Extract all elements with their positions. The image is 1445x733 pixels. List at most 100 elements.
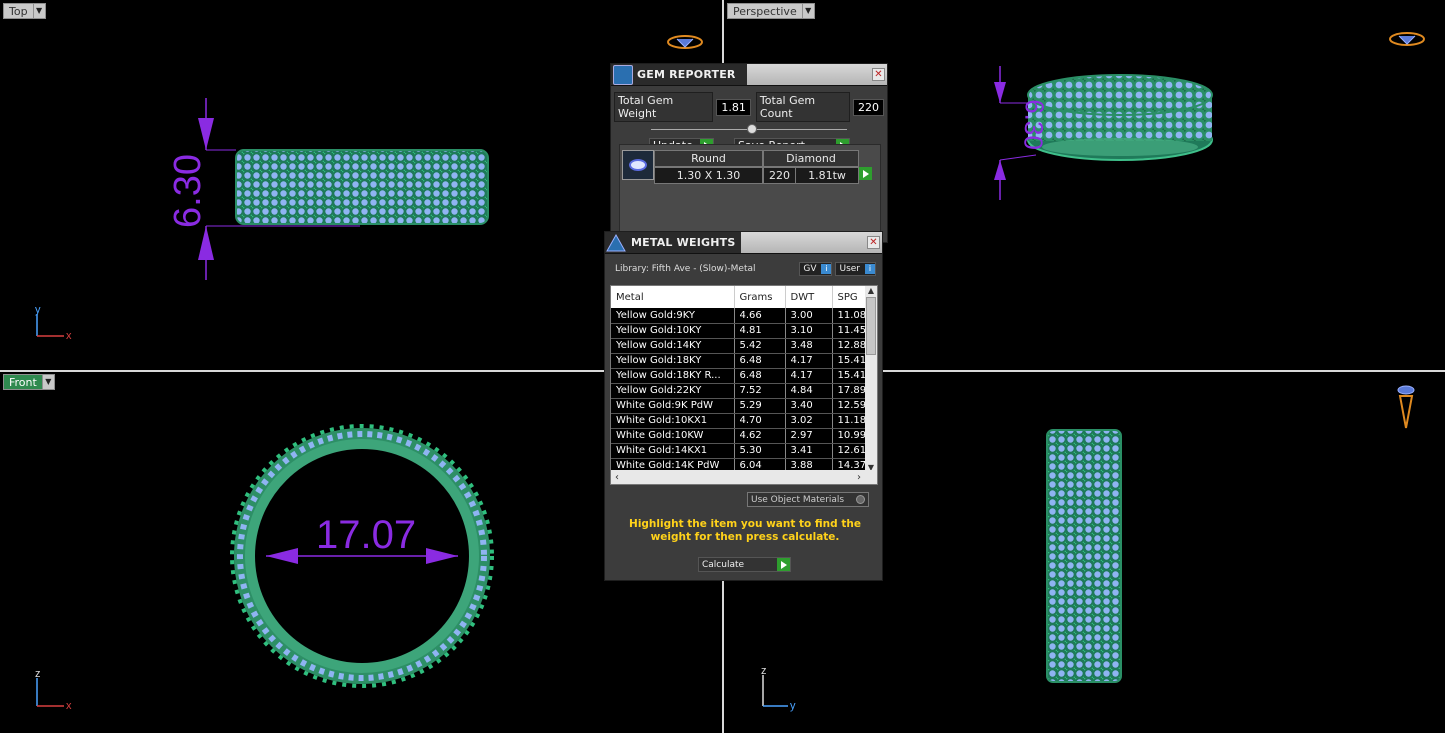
table-cell: Yellow Gold:18KY [611,353,735,369]
ring-band [1027,74,1213,116]
table-cell: White Gold:10KX1 [611,413,735,429]
table-cell: 2.97 [785,428,833,444]
gem-totals-row: Total Gem Weight 1.81 Total Gem Count 22… [611,86,887,122]
play-arrow-icon [859,167,872,180]
table-cell: 3.41 [785,443,833,459]
gem-details-button[interactable] [859,166,872,181]
axis-v-label: z [761,665,767,677]
panel-title: METAL WEIGHTS [631,236,736,249]
gem-reporter-panel: GEM REPORTER ✕ Total Gem Weight 1.81 Tot… [610,63,888,243]
table-row[interactable]: Yellow Gold:18KY R... 6.48 4.17 15.41 [611,368,867,384]
table-cell: 6.48 [734,368,786,384]
column-header[interactable]: Metal [611,286,735,308]
table-cell: 11.45 [832,323,867,339]
table-row[interactable]: White Gold:10KX1 4.70 3.02 11.18 [611,413,867,429]
column-header[interactable]: DWT [785,286,833,308]
axis-h-label: x [66,330,72,342]
table-cell: 4.17 [785,368,833,384]
table-row[interactable]: White Gold:10KW 4.62 2.97 10.99 [611,428,867,444]
axis-h-label: x [66,700,72,712]
table-cell: 10.99 [832,428,867,444]
toggle-indicator-icon [856,495,865,504]
gem-reporter-slider[interactable] [651,124,847,136]
table-row[interactable]: Yellow Gold:9KY 4.66 3.00 11.08 [611,308,867,324]
calculate-button[interactable]: Calculate [698,557,791,572]
close-icon[interactable]: ✕ [872,68,885,81]
vertical-scrollbar[interactable]: ▲ ▼ [865,286,877,472]
ring-thumbnail-icon [667,35,703,49]
play-arrow-icon [777,558,790,571]
total-gem-count-value: 220 [853,98,884,116]
table-cell: 12.61 [832,443,867,459]
info-icon: i [821,264,832,274]
gem-reporter-titlebar[interactable]: GEM REPORTER ✕ [611,64,887,86]
table-cell: 3.02 [785,413,833,429]
table-header: Metal Grams DWT SPG [611,286,867,308]
total-gem-weight-value: 1.81 [716,98,751,116]
scroll-up-icon[interactable]: ▲ [865,286,877,295]
table-cell: 15.41 [832,353,867,369]
chevron-down-icon[interactable]: ▼ [42,374,55,390]
front-viewport-menu[interactable]: Front ▼ [3,374,55,390]
table-row[interactable]: White Gold:9K PdW 5.29 3.40 12.59 [611,398,867,414]
table-row[interactable]: Yellow Gold:18KY 6.48 4.17 15.41 [611,353,867,369]
scroll-left-icon[interactable]: ‹ [615,472,619,483]
metal-table: Metal Grams DWT SPG Yellow Gold:9KY 4.66 3… [611,286,867,474]
gem-count: 220 [764,168,796,183]
close-icon[interactable]: ✕ [867,236,880,249]
slider-handle[interactable] [747,124,757,134]
gv-button-label: GV [803,264,817,274]
gem-type: Diamond [763,150,859,167]
table-cell: 17.89 [832,383,867,399]
table-cell: Yellow Gold:10KY [611,323,735,339]
metal-weights-panel: METAL WEIGHTS ✕ Library: Fifth Ave - (Sl… [604,231,883,581]
user-button[interactable]: User i [835,262,876,276]
metal-weights-titlebar[interactable]: METAL WEIGHTS ✕ [605,232,882,254]
ring-band [1046,429,1122,683]
table-cell: 3.48 [785,338,833,354]
table-cell: 4.62 [734,428,786,444]
perspective-viewport-menu[interactable]: Perspective ▼ [727,3,815,19]
table-row[interactable]: White Gold:14KX1 5.30 3.41 12.61 [611,443,867,459]
table-cell: 4.66 [734,308,786,324]
viewport-name: Top [3,3,34,19]
table-cell: Yellow Gold:18KY R... [611,368,735,384]
use-object-materials-toggle[interactable]: Use Object Materials [747,492,869,507]
info-icon: i [865,264,875,274]
table-cell: 11.18 [832,413,867,429]
table-cell: 4.84 [785,383,833,399]
column-header[interactable]: Grams [734,286,786,308]
table-row[interactable]: Yellow Gold:14KY 5.42 3.48 12.88 [611,338,867,354]
ring-band [235,149,489,225]
dimension-label: 17.07 [316,513,416,557]
horizontal-scrollbar[interactable]: ‹ › [611,470,877,484]
viewport-name: Front [3,374,43,390]
gem-row[interactable]: Round Diamond 1.30 X 1.30 220 1.81tw [622,150,880,184]
gem-list: Round Diamond 1.30 X 1.30 220 1.81tw [619,144,881,242]
table-row[interactable]: Yellow Gold:22KY 7.52 4.84 17.89 [611,383,867,399]
chevron-down-icon[interactable]: ▼ [802,3,815,19]
table-cell: 12.59 [832,398,867,414]
chevron-down-icon[interactable]: ▼ [33,3,46,19]
scroll-thumb[interactable] [866,297,876,355]
metal-table-container[interactable]: Metal Grams DWT SPG Yellow Gold:9KY 4.66 3… [610,285,878,485]
ring-side-thumbnail-icon [1397,385,1415,429]
gv-button[interactable]: GV i [799,262,833,276]
scroll-right-icon[interactable]: › [857,472,861,483]
use-object-materials-label: Use Object Materials [751,494,845,505]
gem-reporter-logo-icon [613,64,633,85]
gem-weight: 1.81tw [808,169,846,182]
gem-shape: Round [654,150,763,167]
column-header[interactable]: SPG [832,286,867,308]
top-viewport-menu[interactable]: Top ▼ [3,3,46,19]
table-cell: 6.48 [734,353,786,369]
axis-v-label: y [35,304,41,316]
round-diamond-icon [622,150,654,180]
table-cell: 5.42 [734,338,786,354]
viewport-name: Perspective [727,3,803,19]
table-cell: 3.10 [785,323,833,339]
table-cell: 15.41 [832,368,867,384]
table-row[interactable]: Yellow Gold:10KY 4.81 3.10 11.45 [611,323,867,339]
gem-size: 1.30 X 1.30 [654,167,763,184]
table-cell: 5.29 [734,398,786,414]
